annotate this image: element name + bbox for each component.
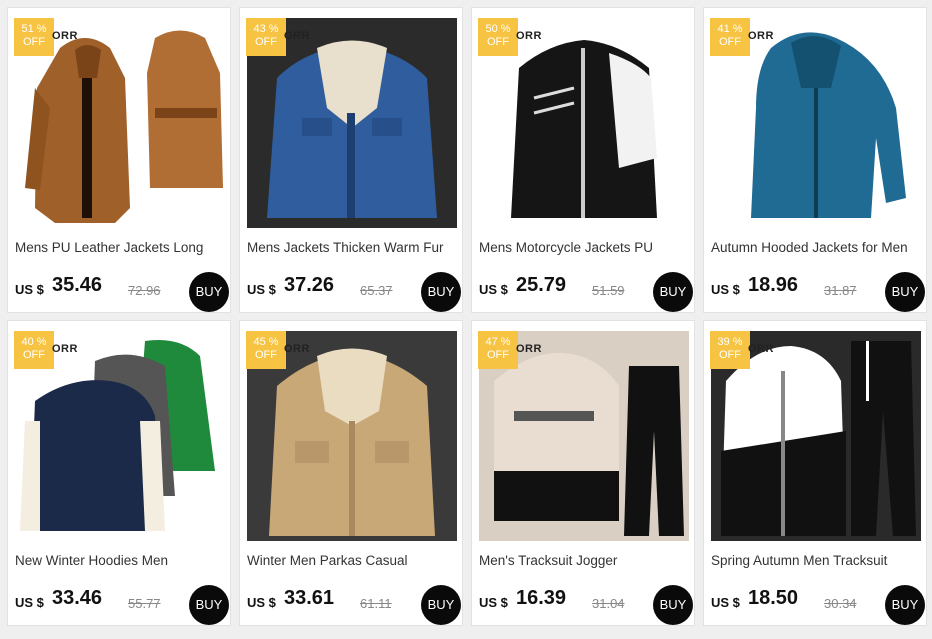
- product-title[interactable]: Mens PU Leather Jackets Long: [15, 240, 227, 255]
- buy-button[interactable]: BUY: [189, 585, 229, 625]
- currency-label: US $: [15, 282, 44, 297]
- discount-off-label: OFF: [255, 36, 277, 48]
- product-card[interactable]: 45 % OFF ORR Winter Men Parkas Casual US…: [239, 320, 463, 626]
- product-title[interactable]: Mens Jackets Thicken Warm Fur: [247, 240, 459, 255]
- product-title[interactable]: Spring Autumn Men Tracksuit: [711, 553, 923, 568]
- product-card[interactable]: 41 % OFF ORR Autumn Hooded Jackets for M…: [703, 7, 927, 313]
- currency-label: US $: [247, 595, 276, 610]
- discount-off-label: OFF: [487, 349, 509, 361]
- discount-percent: 50 %: [485, 23, 511, 35]
- price: 33.61: [284, 587, 335, 609]
- brand-logo: ORR: [52, 343, 78, 355]
- currency-label: US $: [247, 282, 276, 297]
- price-row: US $ 37.26 65.37 BUY: [247, 272, 461, 312]
- discount-percent: 43 %: [253, 23, 279, 35]
- discount-off-label: OFF: [23, 36, 45, 48]
- product-title[interactable]: Autumn Hooded Jackets for Men: [711, 240, 923, 255]
- price-row: US $ 16.39 31.04 BUY: [479, 585, 693, 625]
- currency-label: US $: [479, 595, 508, 610]
- discount-off-label: OFF: [719, 349, 741, 361]
- product-card[interactable]: 40 % OFF ORR New Winter Hoodies Men US $…: [7, 320, 231, 626]
- original-price: 55.77: [128, 596, 161, 611]
- discount-percent: 39 %: [717, 336, 743, 348]
- discount-percent: 47 %: [485, 336, 511, 348]
- discount-badge: 45 % OFF: [246, 331, 286, 369]
- original-price: 65.37: [360, 283, 393, 298]
- buy-button[interactable]: BUY: [421, 585, 461, 625]
- product-title[interactable]: New Winter Hoodies Men: [15, 553, 227, 568]
- discount-percent: 41 %: [717, 23, 743, 35]
- brand-logo: ORR: [284, 343, 310, 355]
- discount-percent: 51 %: [21, 23, 47, 35]
- original-price: 30.34: [824, 596, 857, 611]
- price-row: US $ 25.79 51.59 BUY: [479, 272, 693, 312]
- discount-percent: 40 %: [21, 336, 47, 348]
- price: 37.26: [284, 274, 335, 296]
- brand-logo: ORR: [748, 30, 774, 42]
- original-price: 31.04: [592, 596, 625, 611]
- price-row: US $ 33.46 55.77 BUY: [15, 585, 229, 625]
- discount-badge: 41 % OFF: [710, 18, 750, 56]
- buy-button[interactable]: BUY: [189, 272, 229, 312]
- product-title[interactable]: Mens Motorcycle Jackets PU: [479, 240, 691, 255]
- buy-button[interactable]: BUY: [653, 272, 693, 312]
- discount-badge: 50 % OFF: [478, 18, 518, 56]
- brand-logo: ORR: [516, 343, 542, 355]
- discount-off-label: OFF: [23, 349, 45, 361]
- price: 18.96: [748, 274, 799, 296]
- original-price: 31.87: [824, 283, 857, 298]
- currency-label: US $: [711, 282, 740, 297]
- buy-button[interactable]: BUY: [653, 585, 693, 625]
- discount-off-label: OFF: [487, 36, 509, 48]
- price-row: US $ 35.46 72.96 BUY: [15, 272, 229, 312]
- buy-button[interactable]: BUY: [885, 272, 925, 312]
- brand-logo: ORR: [516, 30, 542, 42]
- discount-badge: 47 % OFF: [478, 331, 518, 369]
- price: 25.79: [516, 274, 567, 296]
- currency-label: US $: [711, 595, 740, 610]
- product-card[interactable]: 43 % OFF ORR Mens Jackets Thicken Warm F…: [239, 7, 463, 313]
- discount-badge: 51 % OFF: [14, 18, 54, 56]
- original-price: 61.11: [360, 596, 392, 611]
- price: 16.39: [516, 587, 567, 609]
- discount-badge: 39 % OFF: [710, 331, 750, 369]
- brand-logo: ORR: [52, 30, 78, 42]
- price-row: US $ 18.50 30.34 BUY: [711, 585, 925, 625]
- buy-button[interactable]: BUY: [885, 585, 925, 625]
- price: 18.50: [748, 587, 799, 609]
- product-card[interactable]: 51 % OFF ORR Mens PU Leather Jackets Lon…: [7, 7, 231, 313]
- original-price: 72.96: [128, 283, 161, 298]
- discount-badge: 40 % OFF: [14, 331, 54, 369]
- product-card[interactable]: 39 % OFF ORR Spring Autumn Men Tracksuit…: [703, 320, 927, 626]
- currency-label: US $: [479, 282, 508, 297]
- price-row: US $ 33.61 61.11 BUY: [247, 585, 461, 625]
- product-title[interactable]: Winter Men Parkas Casual: [247, 553, 459, 568]
- brand-logo: ORR: [284, 30, 310, 42]
- brand-logo: ORR: [748, 343, 774, 355]
- original-price: 51.59: [592, 283, 625, 298]
- product-card[interactable]: 50 % OFF ORR Mens Motorcycle Jackets PU …: [471, 7, 695, 313]
- discount-percent: 45 %: [253, 336, 279, 348]
- price: 35.46: [52, 274, 103, 296]
- product-card[interactable]: 47 % OFF ORR Men's Tracksuit Jogger US $…: [471, 320, 695, 626]
- discount-badge: 43 % OFF: [246, 18, 286, 56]
- price: 33.46: [52, 587, 103, 609]
- buy-button[interactable]: BUY: [421, 272, 461, 312]
- product-grid: 51 % OFF ORR Mens PU Leather Jackets Lon…: [7, 7, 927, 626]
- discount-off-label: OFF: [719, 36, 741, 48]
- discount-off-label: OFF: [255, 349, 277, 361]
- price-row: US $ 18.96 31.87 BUY: [711, 272, 925, 312]
- currency-label: US $: [15, 595, 44, 610]
- product-title[interactable]: Men's Tracksuit Jogger: [479, 553, 691, 568]
